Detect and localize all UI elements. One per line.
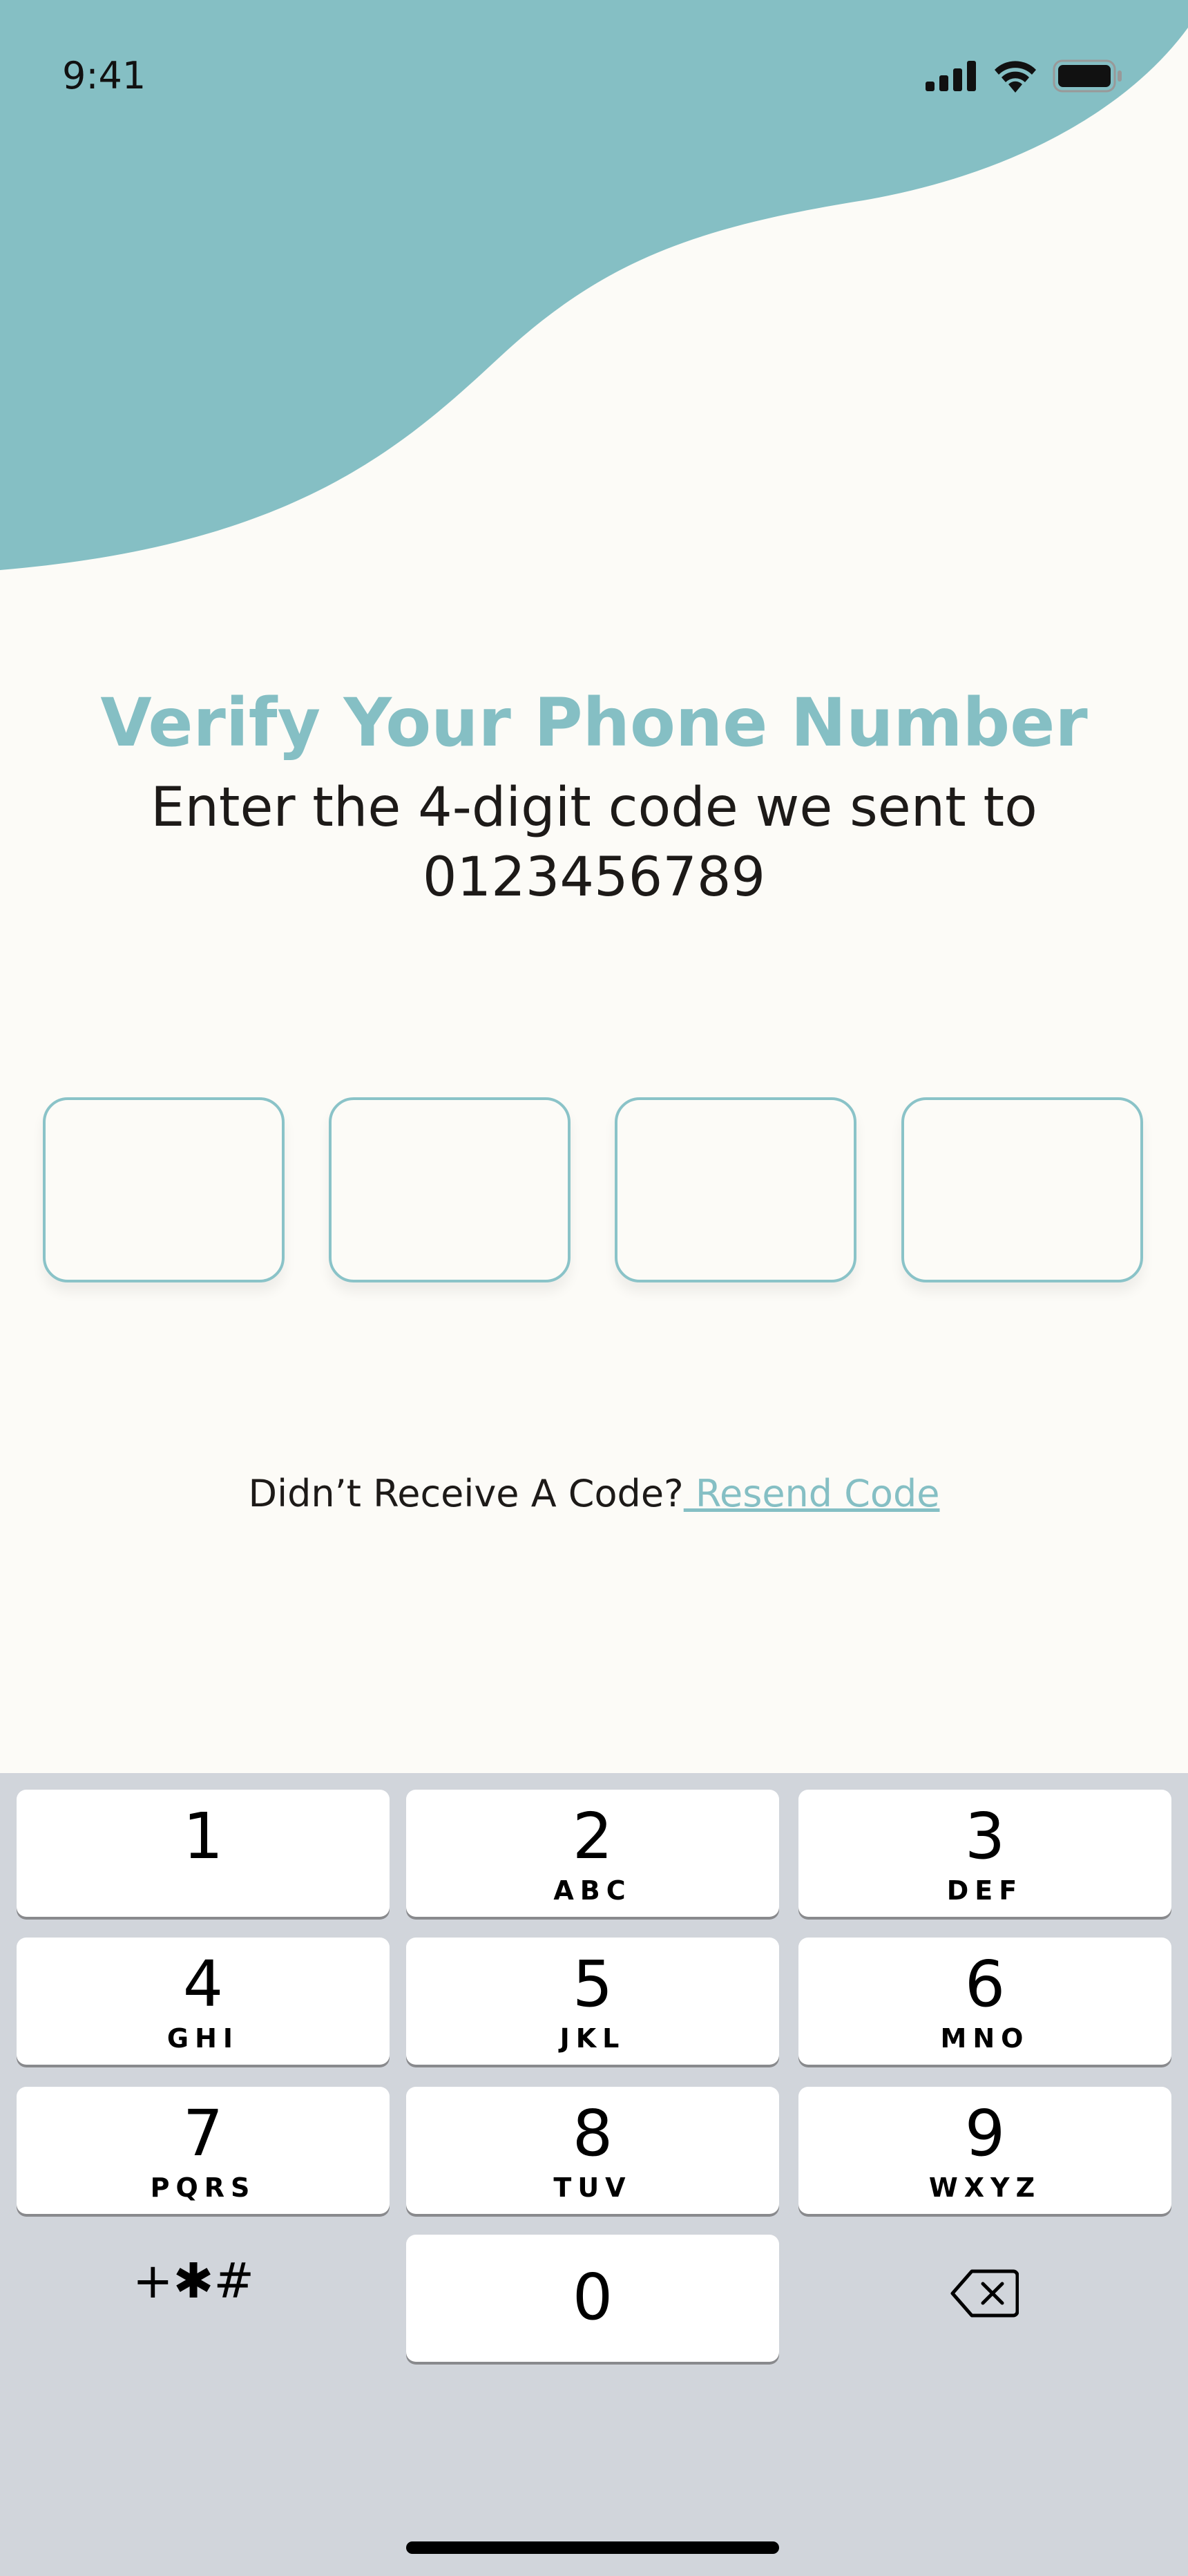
key-3[interactable]: 3 DEF bbox=[798, 1790, 1171, 1917]
key-7-letters: PQRS bbox=[150, 2172, 256, 2203]
wifi-icon bbox=[995, 61, 1036, 93]
otp-digit-4[interactable] bbox=[901, 1097, 1143, 1282]
otp-digit-3[interactable] bbox=[615, 1097, 856, 1282]
cellular-signal-icon bbox=[926, 61, 976, 91]
resend-prompt: Didn’t Receive A Code? bbox=[248, 1472, 684, 1515]
key-4[interactable]: 4 GHI bbox=[17, 1938, 390, 2065]
key-6-number: 6 bbox=[964, 1947, 1006, 2021]
key-2-letters: ABC bbox=[553, 1875, 632, 1906]
key-4-number: 4 bbox=[182, 1947, 224, 2021]
resend-code-link[interactable]: Resend Code bbox=[684, 1472, 940, 1515]
delete-left-icon[interactable] bbox=[950, 2269, 1019, 2318]
key-5-number: 5 bbox=[572, 1947, 613, 2021]
otp-digit-2[interactable] bbox=[329, 1097, 571, 1282]
key-9[interactable]: 9 WXYZ bbox=[798, 2087, 1171, 2214]
key-0[interactable]: 0 bbox=[406, 2235, 779, 2362]
key-9-letters: WXYZ bbox=[928, 2172, 1042, 2203]
key-7[interactable]: 7 PQRS bbox=[17, 2087, 390, 2214]
key-9-number: 9 bbox=[964, 2096, 1006, 2170]
page-subtitle: Enter the 4-digit code we sent to bbox=[151, 777, 1037, 839]
battery-icon bbox=[1053, 59, 1122, 93]
key-2-number: 2 bbox=[572, 1799, 613, 1873]
verify-phone-screen: 9:41 Verify Your Phone Number Enter the … bbox=[0, 0, 1188, 2576]
key-7-number: 7 bbox=[182, 2096, 224, 2170]
key-2[interactable]: 2 ABC bbox=[406, 1790, 779, 1917]
key-6-letters: MNO bbox=[940, 2023, 1030, 2054]
symbols-key[interactable]: +✱# bbox=[0, 2253, 387, 2309]
key-4-letters: GHI bbox=[166, 2023, 240, 2054]
key-5-letters: JKL bbox=[559, 2023, 626, 2054]
key-3-letters: DEF bbox=[946, 1875, 1024, 1906]
key-8-letters: TUV bbox=[553, 2172, 632, 2203]
numeric-keypad: 1 2 ABC 3 DEF 4 GHI 5 JKL 6 MNO 7 PQRS 8… bbox=[0, 1773, 1188, 2576]
resend-row: Didn’t Receive A Code? Resend Code bbox=[0, 1472, 1188, 1515]
key-1[interactable]: 1 bbox=[17, 1790, 390, 1917]
key-1-number: 1 bbox=[182, 1799, 224, 1873]
otp-digit-1[interactable] bbox=[43, 1097, 285, 1282]
status-icons bbox=[926, 59, 1123, 93]
key-6[interactable]: 6 MNO bbox=[798, 1938, 1171, 2065]
home-indicator[interactable] bbox=[406, 2541, 779, 2554]
key-0-number: 0 bbox=[572, 2260, 613, 2334]
phone-number: 0123456789 bbox=[422, 846, 766, 909]
key-8[interactable]: 8 TUV bbox=[406, 2087, 779, 2214]
key-8-number: 8 bbox=[572, 2096, 613, 2170]
key-3-number: 3 bbox=[964, 1799, 1006, 1873]
page-title: Verify Your Phone Number bbox=[100, 684, 1088, 761]
status-time: 9:41 bbox=[62, 54, 146, 97]
key-5[interactable]: 5 JKL bbox=[406, 1938, 779, 2065]
